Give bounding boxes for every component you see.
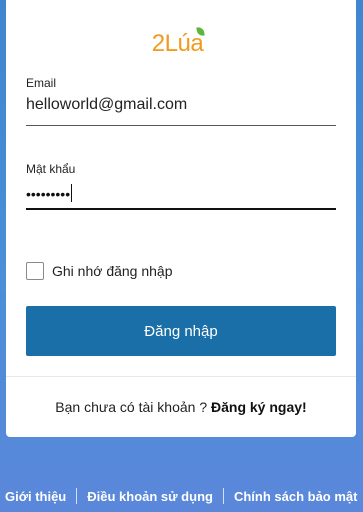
- login-button[interactable]: Đăng nhập: [26, 306, 336, 356]
- footer-link-about[interactable]: Giới thiệu: [5, 489, 66, 504]
- logo-text: 2Lúa: [151, 30, 204, 57]
- footer-separator: [222, 488, 224, 504]
- password-label: Mật khẩu: [26, 162, 76, 176]
- password-field[interactable]: Mật khẩu •••••••••: [26, 162, 336, 210]
- footer-link-terms[interactable]: Điều khoản sử dụng: [87, 489, 213, 504]
- signup-prompt: Bạn chưa có tài khoản ? Đăng ký ngay!: [6, 399, 356, 415]
- footer-nav: Giới thiệu Điều khoản sử dụng Chính sách…: [0, 488, 363, 504]
- remember-label[interactable]: Ghi nhớ đăng nhập: [52, 263, 173, 279]
- password-dots: •••••••••: [26, 186, 71, 202]
- footer-link-privacy[interactable]: Chính sách bảo mật: [234, 489, 358, 504]
- email-field[interactable]: Email helloworld@gmail.com: [26, 76, 336, 126]
- signup-link[interactable]: Đăng ký ngay!: [211, 399, 307, 415]
- remember-checkbox[interactable]: [26, 262, 44, 280]
- signup-text: Bạn chưa có tài khoản ?: [55, 399, 208, 415]
- brand-logo[interactable]: 2Lúa: [6, 26, 356, 58]
- email-label: Email: [26, 76, 57, 90]
- password-input[interactable]: •••••••••: [26, 184, 336, 210]
- login-card: 2Lúa Email helloworld@gmail.com Mật khẩu…: [6, 0, 356, 437]
- remember-me[interactable]: Ghi nhớ đăng nhập: [26, 262, 173, 280]
- email-input[interactable]: helloworld@gmail.com: [26, 96, 336, 126]
- text-cursor: [71, 184, 73, 202]
- divider: [6, 376, 356, 377]
- footer-separator: [76, 488, 78, 504]
